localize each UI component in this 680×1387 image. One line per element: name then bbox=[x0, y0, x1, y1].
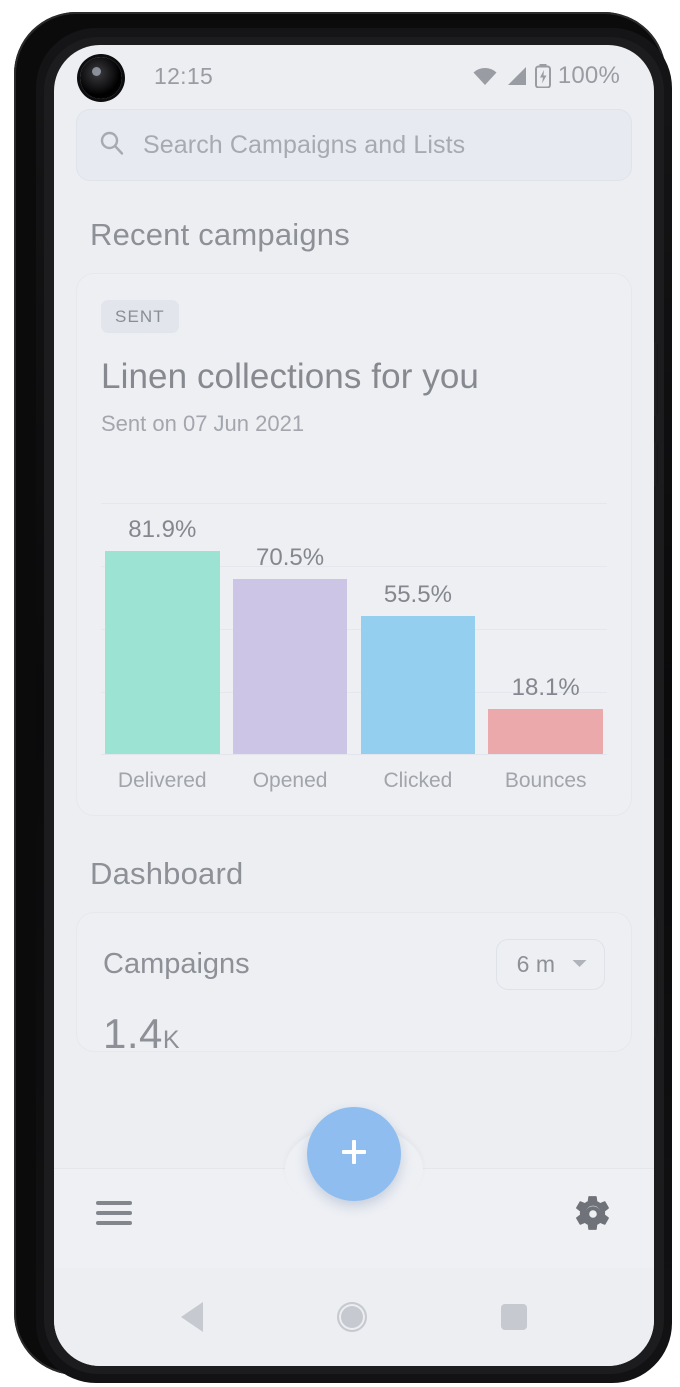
recents-square-icon[interactable] bbox=[501, 1304, 527, 1330]
recent-campaigns-heading: Recent campaigns bbox=[90, 217, 350, 252]
bar-column: 81.9% bbox=[105, 503, 220, 754]
bar-value-label: 18.1% bbox=[511, 674, 580, 702]
campaign-card[interactable]: SENT Linen collections for you Sent on 0… bbox=[76, 273, 632, 816]
campaign-stats-bar-chart: 81.9% 70.5% 55.5% 18.1% Delivered Opened Clic… bbox=[101, 503, 607, 797]
app-content: Search Campaigns and Lists Recent campai… bbox=[54, 109, 654, 1270]
chart-bars: 81.9% 70.5% 55.5% 18.1% bbox=[101, 503, 607, 754]
gear-icon[interactable] bbox=[572, 1193, 614, 1240]
bar-column: 70.5% bbox=[232, 503, 348, 754]
front-camera-punch-hole bbox=[80, 57, 122, 99]
status-icons: 100% bbox=[472, 62, 620, 90]
bar-value-label: 70.5% bbox=[256, 544, 325, 572]
time-range-select[interactable]: 6 m bbox=[495, 939, 605, 990]
stat-suffix: K bbox=[162, 1026, 181, 1054]
hamburger-menu-icon[interactable] bbox=[94, 1197, 138, 1234]
chart-plot-area: 81.9% 70.5% 55.5% 18.1% bbox=[101, 503, 607, 755]
chevron-down-icon bbox=[571, 956, 588, 974]
bar-rect bbox=[360, 616, 476, 754]
phone-screen: 12:15 100% Search Campaigns and Lists Re… bbox=[54, 45, 654, 1366]
dashboard-campaigns-card[interactable]: Campaigns 6 m 1.4K bbox=[76, 912, 632, 1057]
chart-category-label: Clicked bbox=[383, 769, 453, 792]
search-icon bbox=[99, 130, 125, 161]
campaigns-stat-value: 1.4K bbox=[103, 1010, 605, 1058]
search-input[interactable]: Search Campaigns and Lists bbox=[76, 109, 632, 181]
plus-icon bbox=[337, 1135, 371, 1174]
status-badge: SENT bbox=[101, 300, 179, 333]
back-triangle-icon[interactable] bbox=[181, 1302, 203, 1332]
dashboard-heading: Dashboard bbox=[90, 856, 244, 891]
campaign-title: Linen collections for you bbox=[101, 357, 479, 396]
bar-rect bbox=[105, 550, 220, 754]
bar-value-label: 81.9% bbox=[128, 515, 197, 543]
battery-charging-icon bbox=[534, 64, 551, 88]
stat-number: 1.4 bbox=[103, 1010, 163, 1057]
battery-percentage: 100% bbox=[557, 62, 620, 89]
status-time: 12:15 bbox=[154, 62, 214, 89]
chart-category-labels: Delivered Opened Clicked Bounces bbox=[101, 769, 607, 793]
bar-value-label: 55.5% bbox=[383, 581, 452, 609]
bottom-app-bar bbox=[54, 1107, 654, 1268]
wifi-icon bbox=[472, 66, 498, 86]
dashboard-card-header: Campaigns 6 m bbox=[103, 939, 605, 990]
phone-frame: 12:15 100% Search Campaigns and Lists Re… bbox=[14, 12, 672, 1383]
chart-category-label: Delivered bbox=[117, 769, 207, 792]
signal-icon bbox=[505, 66, 528, 86]
time-range-value: 6 m bbox=[516, 951, 555, 977]
bar-rect bbox=[232, 579, 348, 754]
campaigns-label: Campaigns bbox=[103, 948, 250, 980]
status-bar: 12:15 100% bbox=[54, 45, 654, 107]
add-campaign-fab[interactable] bbox=[307, 1107, 401, 1201]
campaign-sent-date: Sent on 07 Jun 2021 bbox=[101, 411, 305, 436]
bar-column: 55.5% bbox=[360, 503, 476, 754]
home-circle-icon[interactable] bbox=[337, 1302, 367, 1332]
bar-column: 18.1% bbox=[488, 503, 603, 754]
search-placeholder: Search Campaigns and Lists bbox=[143, 130, 466, 159]
chart-category-label: Opened bbox=[252, 769, 328, 792]
chart-category-label: Bounces bbox=[504, 769, 587, 792]
android-navigation-bar bbox=[54, 1268, 654, 1366]
bar-rect bbox=[488, 709, 603, 754]
